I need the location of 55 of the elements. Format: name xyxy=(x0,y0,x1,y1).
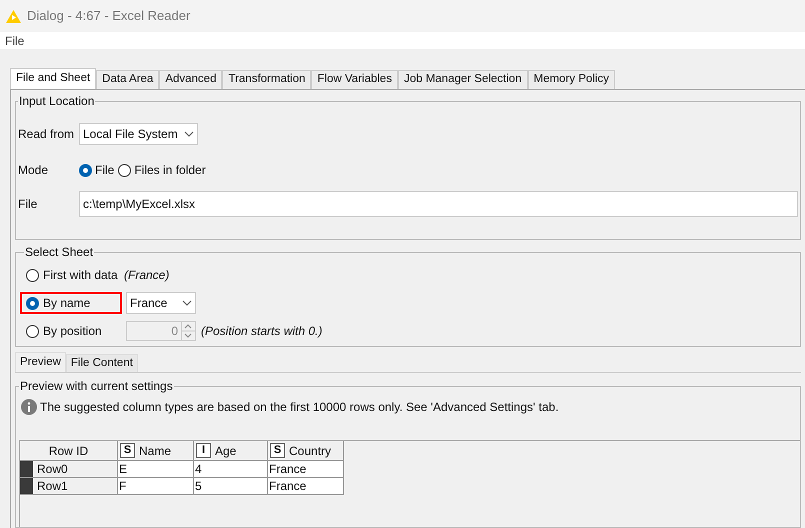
tab[interactable]: Preview xyxy=(15,352,66,372)
column-header[interactable]: Row ID xyxy=(20,441,118,461)
table-cell: F xyxy=(118,478,194,495)
table-cell: France xyxy=(268,461,344,478)
tab[interactable]: Data Area xyxy=(96,70,160,89)
radio-label[interactable]: First with data xyxy=(43,266,118,284)
field-label: Read from xyxy=(18,126,76,143)
type-badge: S xyxy=(120,443,135,458)
group-legend: Preview with current settings xyxy=(19,377,174,395)
radio-button[interactable] xyxy=(79,164,92,176)
radio-label[interactable]: By name xyxy=(43,294,90,312)
type-badge: S xyxy=(270,443,285,458)
hint-text: (France) xyxy=(124,267,170,284)
row-marker xyxy=(20,478,33,494)
table-cell: 4 xyxy=(194,461,268,478)
column-header[interactable]: S Name xyxy=(118,441,194,461)
tab[interactable]: Advanced xyxy=(159,70,222,89)
tab[interactable]: Memory Policy xyxy=(528,70,616,89)
table-cell: France xyxy=(268,478,344,495)
row-id-cell-text: Row0 xyxy=(36,461,68,477)
info-icon xyxy=(21,399,37,415)
file-path-field[interactable]: c:\temp\MyExcel.xlsx xyxy=(79,191,798,217)
row-marker xyxy=(20,461,33,477)
chevron-icon xyxy=(182,300,192,306)
group-legend: Input Location xyxy=(18,92,96,110)
table-cell: E xyxy=(118,461,194,478)
field-label: File xyxy=(18,196,38,213)
tab[interactable]: Job Manager Selection xyxy=(398,70,528,89)
hint-text: (Position starts with 0.) xyxy=(201,323,322,340)
radio-button[interactable] xyxy=(118,164,132,176)
tab[interactable]: File and Sheet xyxy=(10,68,96,89)
radio-button[interactable] xyxy=(26,296,39,310)
column-label: Name xyxy=(139,442,172,460)
column-label: Country xyxy=(289,442,332,460)
warning-triangle-icon xyxy=(6,10,21,22)
read-from-dropdown[interactable]: Local File System xyxy=(79,123,198,145)
column-header[interactable]: I Age xyxy=(194,441,268,461)
menu-item[interactable]: File xyxy=(5,32,24,50)
row-id-cell-text: Row1 xyxy=(36,478,68,494)
tab[interactable]: File Content xyxy=(66,354,138,372)
group-legend: Select Sheet xyxy=(24,243,94,261)
field-label: Mode xyxy=(18,162,50,179)
column-label: Age xyxy=(215,442,236,460)
window-title: Dialog - 4:67 - Excel Reader xyxy=(27,7,190,26)
sheet-name-dropdown[interactable]: France xyxy=(126,292,196,314)
column-header[interactable]: S Country xyxy=(268,441,344,461)
type-badge: I xyxy=(196,443,211,458)
info-message: The suggested column types are based on the first 10000 rows only. See 'Advanced Settings' tab. xyxy=(40,399,559,416)
radio-label[interactable]: Files in folder xyxy=(134,161,206,179)
table-cell: 5 xyxy=(194,478,268,495)
radio-label[interactable]: File xyxy=(95,161,114,179)
tab[interactable]: Transformation xyxy=(222,70,312,89)
tab[interactable]: Flow Variables xyxy=(311,70,398,89)
radio-button[interactable] xyxy=(26,268,39,282)
chevron-icon xyxy=(184,131,194,137)
